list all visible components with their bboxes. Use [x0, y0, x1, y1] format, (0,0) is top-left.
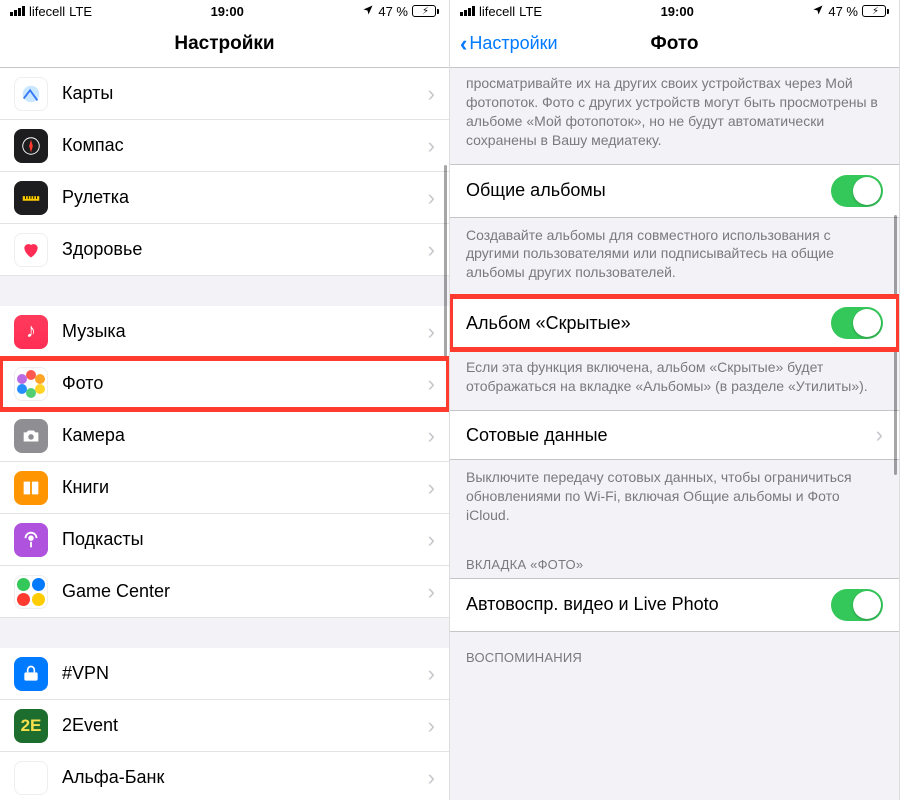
chevron-right-icon: ›: [428, 319, 435, 345]
settings-row-measure[interactable]: Рулетка ›: [0, 172, 449, 224]
maps-icon: [14, 77, 48, 111]
battery-percent: 47 %: [828, 4, 858, 19]
gamecenter-icon: [14, 575, 48, 609]
memories-section-header: ВОСПОМИНАНИЯ: [450, 632, 899, 671]
chevron-right-icon: ›: [428, 133, 435, 159]
network-label: LTE: [519, 4, 542, 19]
status-bar: lifecell LTE 19:00 47 % ⚡︎: [0, 0, 449, 20]
settings-list[interactable]: Карты › Компас › Рулетка › Здоровье ›: [0, 68, 449, 800]
status-time: 19:00: [661, 4, 694, 19]
chevron-right-icon: ›: [428, 423, 435, 449]
hidden-album-row[interactable]: Альбом «Скрытые»: [450, 296, 899, 350]
chevron-right-icon: ›: [428, 371, 435, 397]
status-bar: lifecell LTE 19:00 47 % ⚡︎: [450, 0, 899, 20]
carrier-label: lifecell: [479, 4, 515, 19]
back-button[interactable]: ‹ Настройки: [450, 33, 568, 55]
battery-icon: ⚡︎: [862, 5, 889, 17]
health-icon: [14, 233, 48, 267]
music-icon: ♪: [14, 315, 48, 349]
back-label: Настройки: [469, 33, 557, 54]
chevron-right-icon: ›: [428, 475, 435, 501]
settings-row-books[interactable]: Книги ›: [0, 462, 449, 514]
network-label: LTE: [69, 4, 92, 19]
chevron-left-icon: ‹: [460, 33, 467, 55]
row-label: Музыка: [62, 321, 428, 342]
cell-label: Автовоспр. видео и Live Photo: [466, 594, 831, 615]
location-icon: [812, 4, 824, 19]
chevron-right-icon: ›: [428, 713, 435, 739]
photos-tab-section-header: ВКЛАДКА «ФОТО»: [450, 539, 899, 578]
settings-row-health[interactable]: Здоровье ›: [0, 224, 449, 276]
alfabank-icon: A: [14, 761, 48, 795]
row-label: #VPN: [62, 663, 428, 684]
row-label: Компас: [62, 135, 428, 156]
photos-icon: [14, 367, 48, 401]
row-label: Game Center: [62, 581, 428, 602]
group-separator: [0, 618, 449, 648]
cellular-data-row[interactable]: Сотовые данные ›: [450, 410, 899, 460]
autoplay-row[interactable]: Автовоспр. видео и Live Photo: [450, 578, 899, 632]
status-time: 19:00: [211, 4, 244, 19]
hidden-album-toggle[interactable]: [831, 307, 883, 339]
photos-settings-content[interactable]: просматривайте их на других своих устрой…: [450, 68, 899, 800]
hidden-album-footer: Если эта функция включена, альбом «Скрыт…: [450, 350, 899, 410]
row-label: Фото: [62, 373, 428, 394]
row-label: Камера: [62, 425, 428, 446]
location-icon: [362, 4, 374, 19]
battery-icon: ⚡︎: [412, 5, 439, 17]
row-label: Книги: [62, 477, 428, 498]
settings-row-music[interactable]: ♪ Музыка ›: [0, 306, 449, 358]
settings-row-photos[interactable]: Фото ›: [0, 358, 449, 410]
nav-header: ‹ Настройки Фото: [450, 20, 899, 68]
row-label: 2Event: [62, 715, 428, 736]
chevron-right-icon: ›: [428, 765, 435, 791]
settings-row-2event[interactable]: 2E 2Event ›: [0, 700, 449, 752]
camera-icon: [14, 419, 48, 453]
settings-row-gamecenter[interactable]: Game Center ›: [0, 566, 449, 618]
nav-header: Настройки: [0, 20, 449, 68]
chevron-right-icon: ›: [428, 579, 435, 605]
row-label: Карты: [62, 83, 428, 104]
row-label: Здоровье: [62, 239, 428, 260]
intro-footer-text: просматривайте их на других своих устрой…: [450, 68, 899, 164]
chevron-right-icon: ›: [428, 527, 435, 553]
compass-icon: [14, 129, 48, 163]
twoevent-icon: 2E: [14, 709, 48, 743]
podcasts-icon: [14, 523, 48, 557]
group-separator: [0, 276, 449, 306]
chevron-right-icon: ›: [428, 81, 435, 107]
shared-albums-footer: Создавайте альбомы для совместного испол…: [450, 218, 899, 297]
row-label: Рулетка: [62, 187, 428, 208]
carrier-label: lifecell: [29, 4, 65, 19]
books-icon: [14, 471, 48, 505]
measure-icon: [14, 181, 48, 215]
row-label: Подкасты: [62, 529, 428, 550]
chevron-right-icon: ›: [876, 422, 883, 448]
chevron-right-icon: ›: [428, 237, 435, 263]
row-label: Альфа-Банк: [62, 767, 428, 788]
settings-row-vpn[interactable]: #VPN ›: [0, 648, 449, 700]
autoplay-toggle[interactable]: [831, 589, 883, 621]
photos-settings-screen: lifecell LTE 19:00 47 % ⚡︎ ‹ Настройки Ф…: [450, 0, 900, 800]
shared-albums-row[interactable]: Общие альбомы: [450, 164, 899, 218]
chevron-right-icon: ›: [428, 661, 435, 687]
shared-albums-toggle[interactable]: [831, 175, 883, 207]
settings-row-alfabank[interactable]: A Альфа-Банк ›: [0, 752, 449, 800]
settings-screen: lifecell LTE 19:00 47 % ⚡︎ Настройки Кар…: [0, 0, 450, 800]
cell-label: Альбом «Скрытые»: [466, 313, 831, 334]
settings-row-compass[interactable]: Компас ›: [0, 120, 449, 172]
settings-row-camera[interactable]: Камера ›: [0, 410, 449, 462]
page-title: Настройки: [0, 33, 449, 55]
settings-row-podcasts[interactable]: Подкасты ›: [0, 514, 449, 566]
signal-icon: [460, 6, 475, 16]
cellular-footer: Выключите передачу сотовых данных, чтобы…: [450, 460, 899, 539]
cell-label: Общие альбомы: [466, 180, 831, 201]
battery-percent: 47 %: [378, 4, 408, 19]
signal-icon: [10, 6, 25, 16]
settings-row-maps[interactable]: Карты ›: [0, 68, 449, 120]
chevron-right-icon: ›: [428, 185, 435, 211]
vpn-icon: [14, 657, 48, 691]
cell-label: Сотовые данные: [466, 425, 876, 446]
